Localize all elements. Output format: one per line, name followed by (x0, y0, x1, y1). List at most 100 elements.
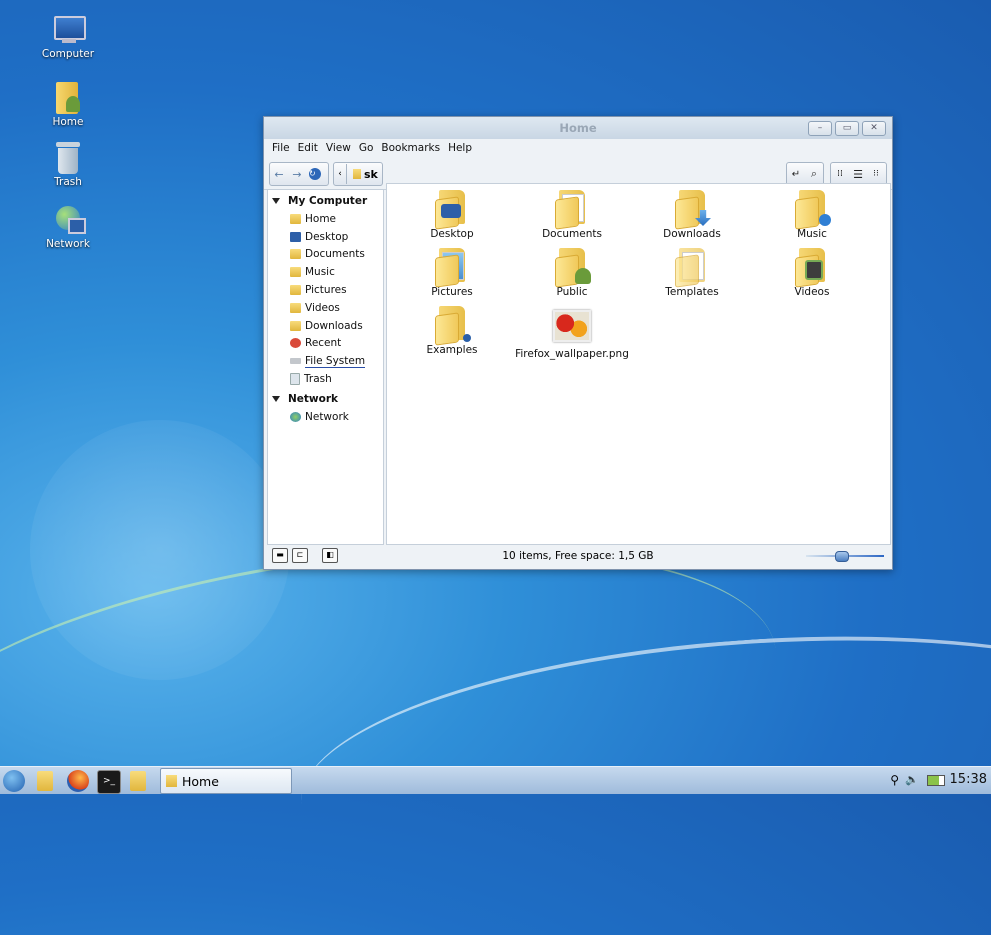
home-folder-icon (353, 169, 361, 179)
places-sidebar: My Computer Home Desktop Documents Music… (267, 189, 384, 545)
menu-help[interactable]: Help (444, 142, 476, 154)
title-bar[interactable]: Home – ▭ ✕ (264, 117, 892, 139)
icon-view-button[interactable]: ⁞⁞ (831, 164, 849, 184)
recent-icon (290, 338, 301, 349)
file-item[interactable]: Documents (517, 190, 627, 240)
sidebar-item-network[interactable]: Network (268, 408, 383, 426)
compact-view-button[interactable]: ⁝⁝ (867, 164, 885, 184)
sidebar-item-label: Pictures (305, 284, 347, 297)
path-segment[interactable]: sk (364, 168, 378, 181)
menu-view[interactable]: View (322, 142, 355, 154)
trash-icon (290, 373, 300, 386)
file-item[interactable]: Firefox_wallpaper.png (515, 306, 629, 360)
taskbar-window-home[interactable]: Home (160, 768, 292, 794)
sidebar-item-documents[interactable]: Documents (268, 246, 383, 264)
start-menu-icon[interactable] (3, 770, 25, 792)
sidebar-section-my-computer[interactable]: My Computer (268, 192, 383, 210)
sidebar-item-downloads[interactable]: Downloads (268, 317, 383, 335)
sidebar-item-videos[interactable]: Videos (268, 299, 383, 317)
file-item[interactable]: Downloads (637, 190, 747, 240)
close-button[interactable]: ✕ (862, 121, 886, 136)
file-item[interactable]: Pictures (397, 248, 507, 298)
list-view-button[interactable]: ☰ (849, 164, 867, 184)
minimize-button[interactable]: – (808, 121, 832, 136)
desktop-icon-computer[interactable]: Computer (33, 14, 103, 60)
home-folder-icon (52, 82, 84, 114)
nav-buttons: ← → ↻ (269, 162, 329, 186)
back-button[interactable]: ← (270, 164, 288, 184)
desktop-icon-label: Network (46, 238, 90, 250)
sidebar-item-desktop[interactable]: Desktop (268, 228, 383, 246)
sidebar-item-recent[interactable]: Recent (268, 335, 383, 353)
volume-icon[interactable]: 🔈 (905, 773, 919, 786)
folder-examples-icon (435, 306, 471, 346)
sidebar-item-home[interactable]: Home (268, 210, 383, 228)
file-item-label: Firefox_wallpaper.png (515, 348, 629, 360)
firefox-icon[interactable] (67, 770, 89, 792)
path-left-arrow-icon[interactable]: ‹ (334, 164, 347, 184)
desktop-icon-label: Computer (41, 48, 95, 60)
taskbar: >_ Home ⚲ 🔈 15:38 (0, 766, 991, 794)
sidebar-item-label: Home (305, 212, 337, 225)
path-toggle-icon: ↵ (791, 168, 801, 180)
sidebar-item-label: Network (305, 410, 349, 423)
expand-triangle-icon (272, 198, 280, 204)
file-manager-launcher-icon[interactable] (34, 770, 56, 792)
file-item-label: Examples (426, 344, 478, 356)
status-text: 10 items, Free space: 1,5 GB (502, 550, 654, 562)
file-item[interactable]: Videos (757, 248, 867, 298)
menu-edit[interactable]: Edit (294, 142, 322, 154)
network-status-icon[interactable]: ⚲ (890, 773, 899, 787)
reload-button[interactable]: ↻ (306, 164, 324, 184)
path-toggle-button[interactable]: ↵ (787, 164, 805, 184)
sidebar-item-label: Videos (305, 301, 340, 314)
desktop-icon-trash[interactable]: Trash (33, 142, 103, 188)
search-button[interactable]: ⌕ (805, 164, 823, 184)
sidebar-item-label: Downloads (305, 319, 363, 332)
sidebar-item-label: Trash (304, 373, 332, 386)
location-bar[interactable]: ‹ sk (333, 162, 383, 186)
drive-icon (290, 358, 301, 365)
menu-file[interactable]: File (268, 142, 294, 154)
back-arrow-icon: ← (274, 167, 284, 181)
menu-go[interactable]: Go (355, 142, 378, 154)
sidebar-item-label: Recent (305, 337, 342, 350)
taskbar-window-label: Home (182, 773, 219, 789)
file-item[interactable]: Music (757, 190, 867, 240)
sidebar-section-label: Network (288, 392, 339, 405)
clock[interactable]: 15:38 (950, 772, 987, 787)
file-item-label: Downloads (663, 228, 721, 240)
status-bar: ▬ ⊏ ◧ 10 items, Free space: 1,5 GB (264, 545, 892, 569)
sidebar-section-network[interactable]: Network (268, 390, 383, 408)
file-item-label: Templates (665, 286, 719, 298)
sidebar-item-trash[interactable]: Trash (268, 370, 383, 388)
home-folder-launcher-icon[interactable] (127, 770, 149, 792)
home-folder-icon (166, 775, 177, 787)
file-item-label: Videos (794, 286, 830, 298)
expand-triangle-icon (272, 395, 280, 402)
sidebar-item-file-system[interactable]: File System (268, 352, 383, 370)
downloads-folder-icon (290, 320, 301, 331)
zoom-slider[interactable] (806, 551, 884, 562)
sidebar-item-music[interactable]: Music (268, 263, 383, 281)
battery-icon[interactable] (927, 775, 945, 786)
videos-folder-icon (290, 302, 301, 313)
file-item[interactable]: Templates (637, 248, 747, 298)
maximize-button[interactable]: ▭ (835, 121, 859, 136)
file-item[interactable]: Public (517, 248, 627, 298)
sidebar-item-pictures[interactable]: Pictures (268, 281, 383, 299)
file-item[interactable]: Desktop (397, 190, 507, 240)
sidebar-item-label: Desktop (305, 230, 349, 243)
file-manager-window: Home – ▭ ✕ File Edit View Go Bookmarks H… (263, 116, 893, 570)
folder-desktop-icon (435, 190, 467, 230)
file-item[interactable]: Examples (397, 306, 507, 356)
desktop-icon-home[interactable]: Home (33, 82, 103, 128)
zoom-slider-handle[interactable] (835, 551, 850, 562)
menu-bookmarks[interactable]: Bookmarks (377, 142, 444, 154)
trash-icon (52, 142, 84, 174)
list-view-icon: ☰ (853, 167, 863, 181)
desktop-icon-network[interactable]: Network (33, 204, 103, 250)
forward-button[interactable]: → (288, 164, 306, 184)
terminal-icon[interactable]: >_ (97, 770, 121, 794)
sidebar-section-label: My Computer (288, 195, 368, 207)
